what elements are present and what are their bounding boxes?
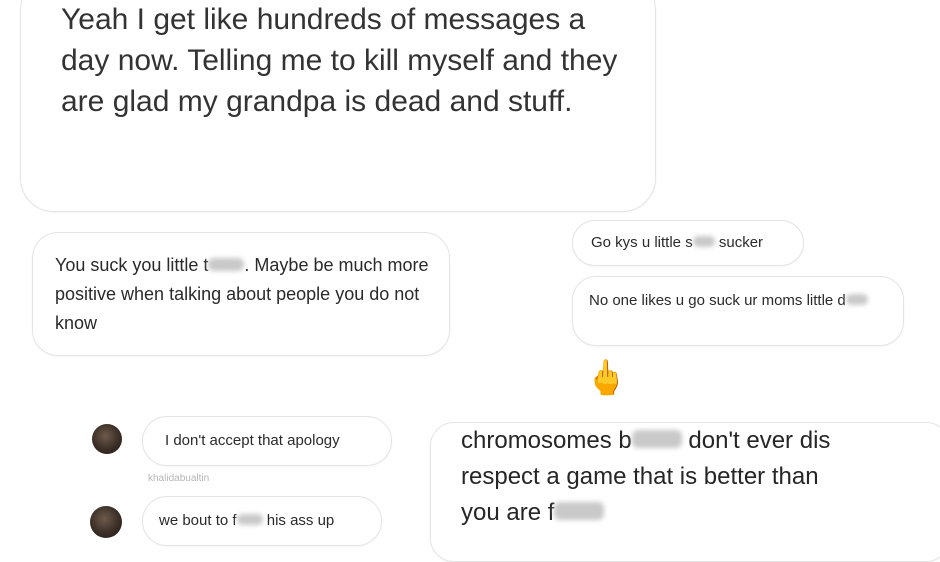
message-text: No one likes u go suck ur moms little d — [589, 290, 889, 311]
message-bubble-no-one-likes: No one likes u go suck ur moms little d — [572, 276, 904, 346]
message-text-part: No one likes u go suck ur moms little d — [589, 292, 846, 309]
message-text: I don't accept that apology — [165, 432, 340, 449]
message-text: You suck you little t. Maybe be much mor… — [55, 251, 433, 338]
censored-word — [692, 235, 715, 247]
censored-word — [208, 257, 245, 271]
message-line: you are f — [461, 495, 940, 531]
message-bubble-go-kys: Go kys u little s sucker — [572, 220, 804, 266]
message-text: Yeah I get like hundreds of messages a d… — [61, 3, 618, 118]
message-text: Go kys u little s sucker — [591, 234, 763, 252]
message-bubble-hundreds: Yeah I get like hundreds of messages a d… — [20, 0, 656, 212]
message-text: we bout to f his ass up — [159, 512, 334, 530]
message-bubble-you-suck: You suck you little t. Maybe be much mor… — [32, 232, 450, 356]
message-bubble-chromosomes: chromosomes b don't ever dis respect a g… — [430, 422, 940, 562]
censored-word — [554, 502, 605, 520]
message-bubble-we-bout: we bout to f his ass up — [142, 496, 382, 546]
censored-word — [236, 513, 263, 525]
message-text-part: you are f — [461, 499, 555, 526]
message-text-part: Go kys u little s — [591, 234, 693, 251]
sender-username: khalidabualtin — [148, 473, 210, 484]
message-bubble-apology: I don't accept that apology — [142, 416, 392, 466]
message-text-part: we bout to f — [159, 512, 237, 529]
censored-word — [845, 293, 868, 305]
user-avatar[interactable] — [90, 506, 122, 538]
message-text-part: his ass up — [262, 512, 335, 529]
message-text-part: chromosomes b — [461, 427, 632, 454]
middle-finger-emoji: 🖕 — [585, 359, 628, 397]
message-text: chromosomes b don't ever dis respect a g… — [461, 423, 940, 531]
message-text-part: don't ever dis — [681, 427, 831, 454]
user-avatar[interactable] — [92, 424, 122, 454]
message-line: chromosomes b don't ever dis — [461, 423, 940, 459]
message-text-part: You suck you little t — [55, 255, 209, 275]
message-text-part: sucker — [714, 234, 764, 251]
censored-word — [631, 430, 682, 448]
message-line: respect a game that is better than — [461, 463, 819, 490]
